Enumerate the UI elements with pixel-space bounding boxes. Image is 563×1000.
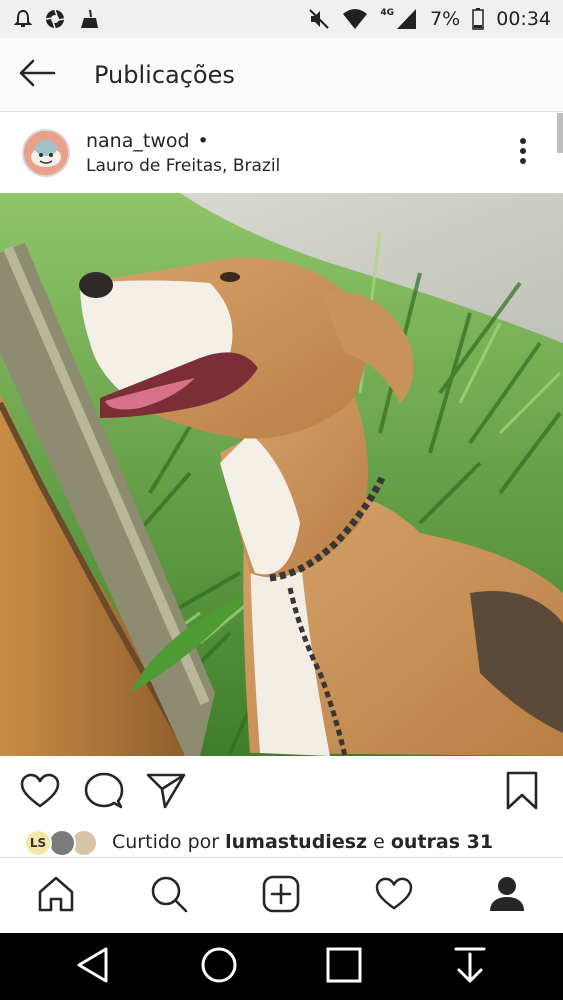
status-bar-left [14,8,100,30]
nav-search-button[interactable] [139,866,199,926]
activity-heart-icon [375,877,413,915]
status-bar-right: 4G 7% 00:34 [308,8,551,30]
username-link[interactable]: nana_twod [86,130,190,152]
nav-profile-button[interactable] [477,866,537,926]
app-bar: Publicações [0,38,563,112]
add-post-icon [262,875,300,917]
system-download-button[interactable] [440,937,500,997]
likes-prefix: Curtido por [112,831,220,853]
share-icon [146,772,186,814]
clock: 00:34 [496,8,551,30]
more-vertical-icon [519,137,527,169]
nav-home-button[interactable] [26,866,86,926]
recents-square-icon [326,947,362,987]
post-actions [0,757,563,827]
share-button[interactable] [144,771,188,815]
status-bar: 4G 7% 00:34 [0,0,563,38]
more-options-button[interactable] [505,135,541,171]
liker-username[interactable]: lumastudiesz [225,831,367,853]
alarm-icon [14,9,32,29]
heart-icon [20,773,60,813]
likes-text: Curtido por lumastudiesz e outras 31 [112,831,493,853]
bottom-navigation [0,857,563,933]
post-header: nana_twod • Lauro de Freitas, Brazil [0,113,563,193]
search-icon [150,875,188,917]
system-navigation-bar [0,933,563,1000]
back-triangle-icon [76,946,110,988]
location-link[interactable]: Lauro de Freitas, Brazil [86,156,280,176]
network-type-label: 4G [380,8,395,18]
avatar [48,829,76,857]
avatar[interactable] [22,129,70,177]
nav-new-post-button[interactable] [251,866,311,926]
likes-others-link[interactable]: outras 31 [391,831,493,853]
nav-activity-button[interactable] [364,866,424,926]
system-recents-button[interactable] [314,937,374,997]
battery-percent: 7% [430,8,461,30]
avatar-illustration-icon [24,131,68,175]
post-user-info: nana_twod • Lauro de Freitas, Brazil [86,130,280,176]
arrow-left-icon [18,58,56,92]
page-title: Publicações [94,60,235,89]
dog-photo-image [0,193,563,756]
like-button[interactable] [18,771,62,815]
likes-row[interactable]: LS Curtido por lumastudiesz e outras 31 [0,826,563,858]
avatar-initials: LS [24,829,52,857]
separator-dot: • [197,130,209,152]
signal-icon [396,8,418,30]
liker-avatars: LS [24,827,102,857]
likes-connector: e [373,831,385,853]
profile-icon [488,875,526,917]
system-back-button[interactable] [63,937,123,997]
wifi-icon [342,8,368,30]
mute-icon [308,8,330,30]
scrollbar[interactable] [557,113,563,153]
comment-button[interactable] [82,771,126,815]
home-circle-icon [200,946,238,988]
comment-icon [84,772,124,814]
aperture-icon [44,8,66,30]
bookmark-icon [505,771,539,815]
back-button[interactable] [0,38,74,112]
broom-icon [78,8,100,30]
post-photo[interactable] [0,193,563,756]
system-home-button[interactable] [189,937,249,997]
username-row: nana_twod • [86,130,280,152]
home-icon [37,875,75,917]
battery-icon [472,8,484,30]
download-arrow-icon [453,946,487,988]
bookmark-button[interactable] [500,771,544,815]
